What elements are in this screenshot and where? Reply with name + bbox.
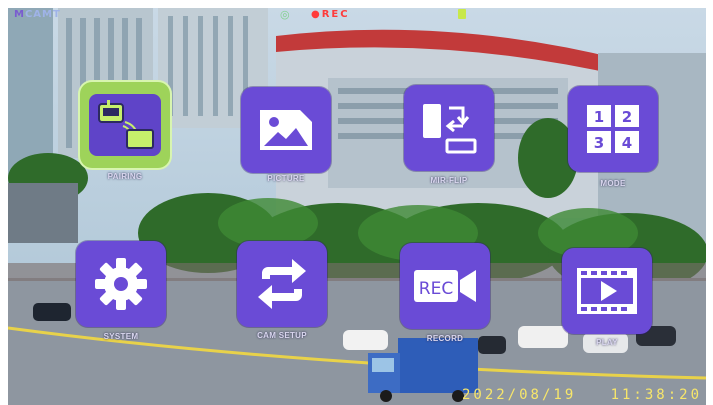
menu-record-label: RECORD [426, 334, 464, 343]
mirror-flip-icon [413, 97, 485, 159]
recording-indicator: ●REC [311, 9, 350, 20]
sd-card-icon [458, 9, 466, 19]
timestamp: 2022/08/19 11:38:20 [462, 387, 702, 403]
menu-picture-button[interactable] [241, 87, 331, 173]
signal-icon: ◎ [280, 8, 290, 21]
camera-screen: MCAMT ◎ ●REC 2022/08/19 11:38:20 PAIRING… [8, 8, 706, 405]
pairing-icon [89, 94, 161, 156]
rec-camera-icon: REC [409, 255, 481, 317]
time-text: 11:38:20 [610, 387, 702, 403]
brand-logo: MCAMT [14, 9, 61, 20]
mode-grid-icon: 1 2 3 4 [577, 98, 649, 160]
menu-play-button[interactable] [562, 248, 652, 334]
date-text: 2022/08/19 [461, 387, 577, 403]
menu-cam-setup-button[interactable] [237, 241, 327, 327]
mode-digit-4: 4 [622, 134, 632, 152]
mode-digit-3: 3 [594, 134, 604, 152]
menu-record-button[interactable]: REC [400, 243, 490, 329]
swap-arrows-icon [246, 253, 318, 315]
menu-pairing-button[interactable] [80, 82, 170, 168]
menu-mode-label: MODE [600, 179, 626, 188]
menu-play-label: PLAY [596, 338, 618, 347]
menu-system-label: SYSTEM [103, 332, 139, 341]
menu-cam-setup-label: CAM SETUP [257, 331, 307, 340]
menu-mirror-flip-label: MIR-FLIP [430, 176, 468, 185]
play-film-icon [571, 260, 643, 322]
menu-mode-button[interactable]: 1 2 3 4 [568, 86, 658, 172]
rec-icon-text: REC [419, 279, 453, 299]
menu-system-button[interactable] [76, 241, 166, 327]
rec-dot-icon: ● [311, 9, 322, 20]
mode-digit-1: 1 [594, 108, 604, 126]
gear-icon [85, 253, 157, 315]
menu-pairing-label: PAIRING [107, 172, 143, 181]
menu-picture-label: PICTURE [267, 174, 305, 183]
mode-digit-2: 2 [622, 108, 632, 126]
menu-mirror-flip-button[interactable] [404, 85, 494, 171]
picture-icon [250, 99, 322, 161]
